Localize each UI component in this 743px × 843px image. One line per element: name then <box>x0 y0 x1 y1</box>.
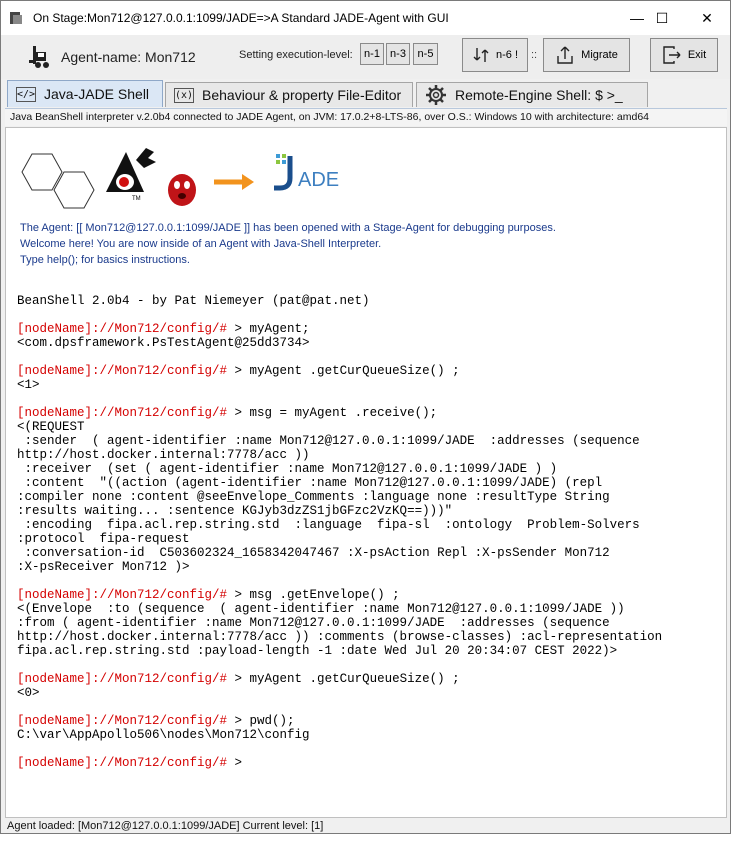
command: > pwd(); <box>227 714 295 728</box>
gear-icon <box>426 85 446 105</box>
forklift-icon <box>29 46 49 68</box>
command: > msg = myAgent .receive(); <box>227 406 438 420</box>
agent-name-label: Agent-name: Mon712 <box>61 49 196 65</box>
title-bar[interactable]: On Stage:Mon712@127.0.0.1:1099/JADE=>A S… <box>1 1 730 35</box>
upload-icon <box>557 46 573 64</box>
shell-prompt: [nodeName]://Mon712/config/# <box>17 756 228 770</box>
shell-prompt: [nodeName]://Mon712/config/# <box>17 322 228 336</box>
tab-strip: </> Java-JADE Shell (x) Behaviour & prop… <box>1 79 730 107</box>
tab-behaviour-editor[interactable]: (x) Behaviour & property File-Editor <box>165 82 413 107</box>
command-output: <(REQUEST :sender ( agent-identifier :na… <box>17 420 640 574</box>
exit-icon <box>663 46 681 64</box>
command-output: <com.dpsframework.PsTestAgent@25dd3734> <box>17 336 310 350</box>
command-output: <1> <box>17 378 40 392</box>
command-output: <(Envelope :to (sequence ( agent-identif… <box>17 602 663 658</box>
welcome-message: The Agent: [[ Mon712@127.0.0.1:1099/JADE… <box>20 220 556 268</box>
level-n6-button[interactable]: n-6 ! <box>462 38 528 72</box>
jade-logo-icon: ADE <box>274 154 339 191</box>
status-bar: Agent loaded: [Mon712@127.0.0.1:1099/JAD… <box>7 820 324 832</box>
console-output: BeanShell 2.0b4 - by Pat Niemeyer (pat@p… <box>17 294 662 770</box>
function-icon: (x) <box>174 87 194 103</box>
window-title: On Stage:Mon712@127.0.0.1:1099/JADE=>A S… <box>33 11 449 25</box>
level-n3-button[interactable]: n-3 <box>386 43 410 65</box>
migrate-label: Migrate <box>581 49 618 61</box>
toolbar: Agent-name: Mon712 Setting execution-lev… <box>1 35 730 79</box>
command-input[interactable]: > <box>227 756 243 770</box>
level-n5-button[interactable]: n-5 <box>413 43 438 65</box>
command: > myAgent; <box>227 322 310 336</box>
arrow-right-icon <box>214 174 254 190</box>
app-window: On Stage:Mon712@127.0.0.1:1099/JADE=>A S… <box>0 0 731 834</box>
cycle-arrows-icon <box>473 48 489 62</box>
execution-level-label: Setting execution-level: <box>239 49 353 61</box>
level-n1-button[interactable]: n-1 <box>360 43 384 65</box>
close-button[interactable]: ✕ <box>684 1 730 35</box>
toolbar-separator: :: <box>531 49 538 61</box>
welcome-line: The Agent: [[ Mon712@127.0.0.1:1099/JADE… <box>20 222 556 234</box>
welcome-line: Type help(); for basics instructions. <box>20 254 190 266</box>
interpreter-info: Java BeanShell interpreter v.2.0b4 conne… <box>5 108 727 126</box>
migrate-button[interactable]: Migrate <box>543 38 630 72</box>
beanshell-bean-icon <box>168 174 196 206</box>
shell-prompt: [nodeName]://Mon712/config/# <box>17 672 228 686</box>
exit-button[interactable]: Exit <box>650 38 718 72</box>
welcome-line: Welcome here! You are now inside of an A… <box>20 238 382 250</box>
tab-remote-engine-shell[interactable]: Remote-Engine Shell: $ >_ <box>416 82 648 107</box>
shell-prompt: [nodeName]://Mon712/config/# <box>17 406 228 420</box>
tab-java-jade-shell[interactable]: </> Java-JADE Shell <box>7 80 163 107</box>
shell-prompt: [nodeName]://Mon712/config/# <box>17 364 228 378</box>
command: > msg .getEnvelope() ; <box>227 588 400 602</box>
svg-text:TM: TM <box>132 196 141 202</box>
command-output: <0> <box>17 686 40 700</box>
app-icon <box>10 12 22 24</box>
command: > myAgent .getCurQueueSize() ; <box>227 364 460 378</box>
exit-label: Exit <box>687 49 707 61</box>
shell-prompt: [nodeName]://Mon712/config/# <box>17 588 228 602</box>
maximize-button[interactable]: ☐ <box>639 1 685 35</box>
svg-text:ADE: ADE <box>298 169 339 191</box>
code-icon: </> <box>16 86 36 102</box>
level-n6-label: n-6 ! <box>495 49 518 61</box>
shell-prompt: [nodeName]://Mon712/config/# <box>17 714 228 728</box>
tab-label: Behaviour & property File-Editor <box>202 87 402 103</box>
hexagon-logo-icon <box>21 153 95 209</box>
command: > myAgent .getCurQueueSize() ; <box>227 672 460 686</box>
tab-label: Remote-Engine Shell: $ >_ <box>455 87 623 103</box>
tab-label: Java-JADE Shell <box>44 86 150 102</box>
command-output: C:\var\AppApollo506\nodes\Mon712\config <box>17 728 310 742</box>
banner-line: BeanShell 2.0b4 - by Pat Niemeyer (pat@p… <box>17 294 370 308</box>
logo-banner: TM ADE <box>21 148 339 209</box>
duke-mascot-icon <box>106 148 156 192</box>
shell-console[interactable]: TM ADE The Agent: [[ Mon712@127.0.0.1:10… <box>5 127 727 818</box>
